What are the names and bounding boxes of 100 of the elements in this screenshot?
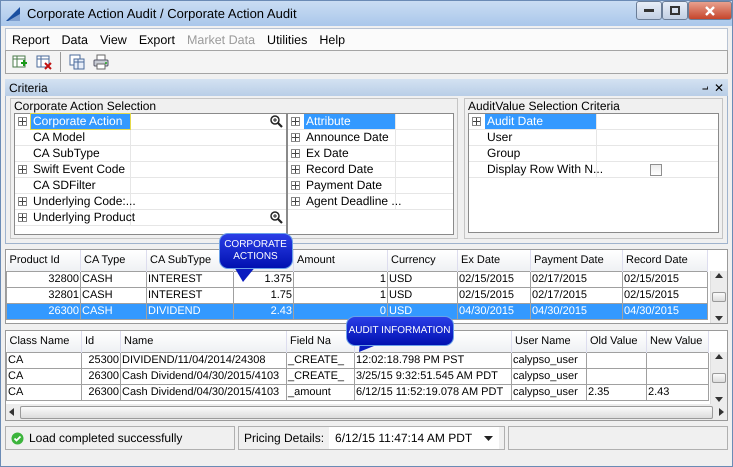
expand-icon[interactable] xyxy=(18,213,27,222)
table-cell: 32800 xyxy=(48,273,79,285)
tree-item[interactable]: Payment Date xyxy=(304,178,384,193)
table-cell: DIVIDEND/11/04/2014/24308 xyxy=(122,354,266,366)
success-icon xyxy=(11,432,24,444)
column-header[interactable]: Record Date xyxy=(622,250,708,271)
vertical-scrollbar[interactable] xyxy=(710,352,727,404)
table-cell: USD xyxy=(389,305,412,317)
column-header[interactable]: Currency xyxy=(388,250,458,271)
table-cell: 32801 xyxy=(48,289,79,301)
scroll-down-icon xyxy=(715,316,723,321)
tree-item[interactable]: CA Model xyxy=(31,130,88,145)
close-icon xyxy=(705,6,715,16)
menu-item[interactable]: Export xyxy=(132,30,181,50)
tree-item[interactable]: User xyxy=(485,130,514,145)
window-title: Corporate Action Audit / Corporate Action Audit xyxy=(27,4,297,23)
expand-icon[interactable] xyxy=(291,149,300,158)
table-cell: INTEREST xyxy=(148,289,202,301)
table-cell: 02/15/2015 xyxy=(624,273,680,285)
expand-icon[interactable] xyxy=(472,117,481,126)
table-cell: 04/30/2015 xyxy=(532,305,588,317)
callout-tooltip: CORPORATE ACTIONS xyxy=(218,233,292,269)
column-header[interactable]: Name xyxy=(120,331,286,352)
menu-item[interactable]: View xyxy=(94,30,133,50)
menu-item[interactable]: Data xyxy=(56,30,94,50)
column-header[interactable]: CA Type xyxy=(80,250,146,271)
expand-icon[interactable] xyxy=(291,197,300,206)
menu-item[interactable]: Utilities xyxy=(261,30,314,50)
close-button[interactable]: ✕ xyxy=(714,78,724,96)
tree-item[interactable]: CA SubType xyxy=(31,146,102,161)
table-cell: 1 xyxy=(380,273,386,285)
scroll-thumb[interactable] xyxy=(712,373,726,383)
tree-item[interactable]: Group xyxy=(485,146,522,161)
expand-icon[interactable] xyxy=(291,117,300,126)
tree-item[interactable]: Agent Deadline ... xyxy=(304,194,404,209)
status-message: Load completed successfully xyxy=(29,430,182,447)
table-cell: CA xyxy=(8,386,24,398)
expand-icon[interactable] xyxy=(18,197,27,206)
expand-icon[interactable] xyxy=(18,117,27,126)
column-header[interactable]: Payment Date xyxy=(530,250,622,271)
zoom-in-icon[interactable] xyxy=(270,115,283,128)
column-header[interactable]: Id xyxy=(82,331,120,352)
column-header[interactable]: User Name xyxy=(512,331,586,352)
tree-item[interactable]: Ex Date xyxy=(304,146,351,161)
table-cell: 02/17/2015 xyxy=(532,289,588,301)
minimize-icon xyxy=(644,9,654,12)
tree-item[interactable]: Record Date xyxy=(304,162,376,177)
menu-item[interactable]: Help xyxy=(313,30,352,50)
menu-item[interactable]: Report xyxy=(6,30,56,50)
scroll-down-icon xyxy=(715,397,723,402)
table-cell: INTEREST xyxy=(148,273,202,285)
tree-item[interactable]: Announce Date xyxy=(304,130,391,145)
table-cell: _amount xyxy=(288,386,331,398)
table-cell: 02/15/2015 xyxy=(459,273,514,285)
table-cell: CASH xyxy=(82,289,113,301)
column-header[interactable]: New Value xyxy=(646,331,708,352)
table-cell: 04/30/2015 xyxy=(459,305,514,317)
table-cell: 2.43 xyxy=(270,305,292,317)
table-cell: USD xyxy=(389,273,412,285)
table-cell: 04/30/2015 xyxy=(624,305,680,317)
checkbox[interactable] xyxy=(650,164,662,176)
scroll-thumb[interactable] xyxy=(712,292,726,302)
group-title: AuditValue Selection Criteria xyxy=(468,99,621,113)
tree-item[interactable]: Display Row With N... xyxy=(485,162,606,177)
pricing-dropdown[interactable]: 6/12/15 11:47:14 AM PDT xyxy=(329,427,500,449)
table-cell: 02/17/2015 xyxy=(532,273,588,285)
expand-icon[interactable] xyxy=(291,165,300,174)
scroll-thumb[interactable] xyxy=(20,406,713,418)
close-button[interactable] xyxy=(688,1,732,20)
expand-icon[interactable] xyxy=(18,165,27,174)
table-cell: calypso_user xyxy=(513,386,578,398)
column-header[interactable]: Amount xyxy=(294,250,388,271)
scroll-up-icon xyxy=(715,273,723,278)
tree-item[interactable]: Swift Event Code xyxy=(31,162,128,177)
scroll-up-icon xyxy=(715,354,723,359)
column-header[interactable]: Old Value xyxy=(586,331,646,352)
table-cell: 3/25/15 9:32:51.545 AM PDT xyxy=(356,370,498,382)
zoom-in-icon[interactable] xyxy=(270,211,283,224)
table-cell: 02/15/2015 xyxy=(459,289,514,301)
table-cell: calypso_user xyxy=(513,370,578,382)
minimize-button[interactable] xyxy=(636,1,662,20)
tree-item[interactable]: CA SDFilter xyxy=(31,178,98,193)
vertical-scrollbar[interactable] xyxy=(710,271,727,323)
table-cell: 12:02:18.798 PM PST xyxy=(356,354,464,366)
column-header[interactable]: Class Name xyxy=(6,331,82,352)
grid-copy-icon[interactable] xyxy=(69,54,85,70)
callout-tooltip: AUDIT INFORMATION xyxy=(346,316,454,346)
tree-item[interactable]: Underlying Product xyxy=(31,210,138,225)
maximize-button[interactable] xyxy=(662,1,688,20)
expand-icon[interactable] xyxy=(291,133,300,142)
tree-item[interactable]: Underlying Code:... xyxy=(31,194,138,209)
column-header[interactable]: Ex Date xyxy=(458,250,530,271)
printer-icon[interactable] xyxy=(93,54,109,70)
table-cell: USD xyxy=(389,289,412,301)
expand-icon[interactable] xyxy=(291,181,300,190)
grid-add-icon[interactable] xyxy=(12,54,28,70)
horizontal-scrollbar[interactable] xyxy=(6,404,727,420)
pin-button[interactable]: ⨼ xyxy=(702,79,708,96)
grid-delete-icon[interactable] xyxy=(36,54,52,70)
column-header[interactable]: Product Id xyxy=(6,250,80,271)
